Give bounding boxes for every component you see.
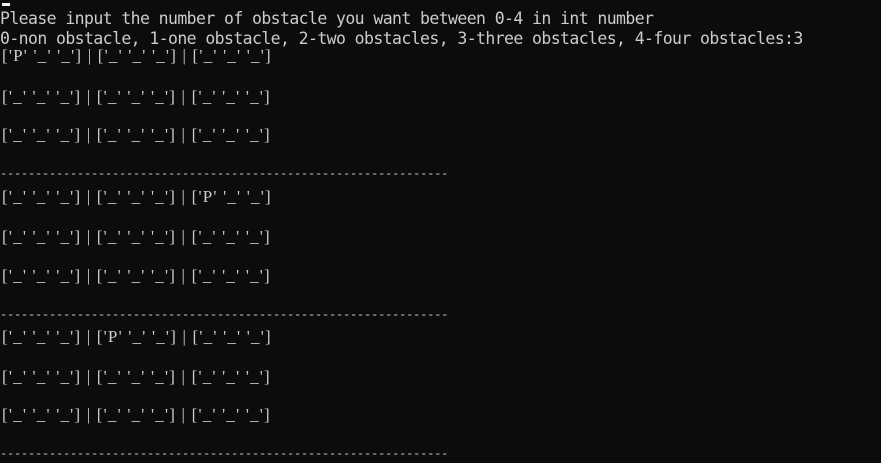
board-row-8: ['_' '_' '_'] | ['_' '_' '_'] | ['_' '_'… xyxy=(2,367,271,386)
board-row-1: ['P' '_' '_'] | ['_' '_' '_'] | ['_' '_'… xyxy=(2,46,272,65)
console-window: Please input the number of obstacle you … xyxy=(0,0,881,463)
text-cursor xyxy=(2,3,10,6)
prompt-line-1: Please input the number of obstacle you … xyxy=(0,9,654,28)
block-separator-1: ----------------------------------------… xyxy=(0,167,449,181)
block-separator-2: ----------------------------------------… xyxy=(0,308,449,322)
board-row-5: ['_' '_' '_'] | ['_' '_' '_'] | ['_' '_'… xyxy=(2,227,271,246)
board-row-3: ['_' '_' '_'] | ['_' '_' '_'] | ['_' '_'… xyxy=(2,125,271,144)
board-row-4: ['_' '_' '_'] | ['_' '_' '_'] | ['P' '_'… xyxy=(2,187,272,206)
block-separator-3: ----------------------------------------… xyxy=(0,447,449,461)
board-row-2: ['_' '_' '_'] | ['_' '_' '_'] | ['_' '_'… xyxy=(2,87,271,106)
board-row-7: ['_' '_' '_'] | ['P' '_' '_'] | ['_' '_'… xyxy=(2,327,272,346)
board-row-9: ['_' '_' '_'] | ['_' '_' '_'] | ['_' '_'… xyxy=(2,405,271,424)
board-row-6: ['_' '_' '_'] | ['_' '_' '_'] | ['_' '_'… xyxy=(2,266,271,285)
